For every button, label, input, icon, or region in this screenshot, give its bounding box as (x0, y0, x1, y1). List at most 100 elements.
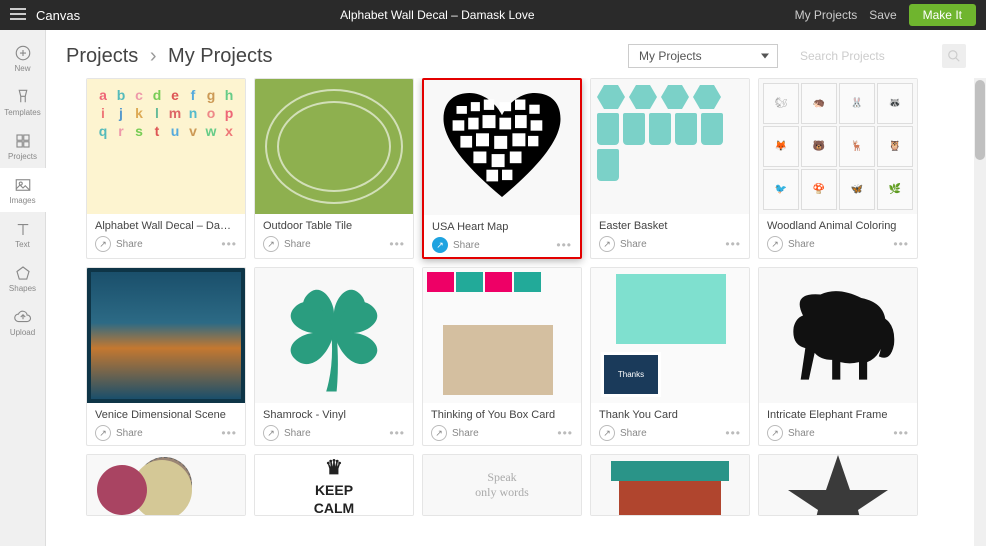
share-label: Share (788, 428, 815, 439)
project-thumbnail (759, 268, 917, 403)
share-icon: ↗ (431, 425, 447, 441)
share-link[interactable]: ↗ Share (599, 236, 647, 252)
project-thumbnail: ♛KEEPCALM (255, 455, 413, 515)
project-card[interactable] (758, 454, 918, 516)
project-thumbnail (255, 79, 413, 214)
tool-templates[interactable]: Templates (0, 80, 46, 124)
project-card[interactable]: Easter Basket ↗ Share ••• (590, 78, 750, 259)
search-button[interactable] (942, 44, 966, 68)
share-label: Share (116, 239, 143, 250)
project-thumbnail (591, 455, 749, 515)
hamburger-icon[interactable] (10, 8, 26, 23)
share-link[interactable]: ↗ Share (767, 425, 815, 441)
more-options-icon[interactable]: ••• (893, 426, 909, 440)
more-options-icon[interactable]: ••• (389, 426, 405, 440)
share-icon: ↗ (263, 425, 279, 441)
my-projects-link[interactable]: My Projects (795, 8, 858, 22)
more-options-icon[interactable]: ••• (725, 426, 741, 440)
breadcrumb: Projects › My Projects (66, 45, 616, 68)
project-card[interactable]: Thanks Thank You Card ↗ Share ••• (590, 267, 750, 446)
scrollbar[interactable] (974, 78, 986, 546)
share-label: Share (452, 428, 479, 439)
more-options-icon[interactable]: ••• (725, 237, 741, 251)
project-title: Thinking of You Box Card (431, 409, 573, 421)
more-options-icon[interactable]: ••• (221, 237, 237, 251)
share-link[interactable]: ↗ Share (95, 425, 143, 441)
share-icon: ↗ (432, 237, 448, 253)
project-card[interactable]: Speakonly words (422, 454, 582, 516)
tool-projects[interactable]: Projects (0, 124, 46, 168)
project-thumbnail (591, 79, 749, 214)
share-link[interactable]: ↗ Share (599, 425, 647, 441)
main-panel: Projects › My Projects My Projects Searc… (46, 30, 986, 546)
project-thumbnail: 🐿🦔🐰🦝🦊🐻🦌🦉🐦🍄🦋🌿 (759, 79, 917, 214)
projects-filter-dropdown[interactable]: My Projects (628, 44, 778, 68)
share-icon: ↗ (263, 236, 279, 252)
share-icon: ↗ (599, 236, 615, 252)
share-link[interactable]: ↗ Share (95, 236, 143, 252)
project-title: Intricate Elephant Frame (767, 409, 909, 421)
share-icon: ↗ (95, 236, 111, 252)
more-options-icon[interactable]: ••• (556, 238, 572, 252)
project-card[interactable]: Venice Dimensional Scene ↗ Share ••• (86, 267, 246, 446)
project-thumbnail (759, 455, 917, 515)
tool-upload[interactable]: Upload (0, 300, 46, 344)
project-title: Alphabet Wall Decal – Damask (95, 220, 237, 232)
breadcrumb-root[interactable]: Projects (66, 45, 138, 67)
share-icon: ↗ (767, 236, 783, 252)
more-options-icon[interactable]: ••• (893, 237, 909, 251)
share-link[interactable]: ↗ Share (431, 425, 479, 441)
project-title: USA Heart Map (432, 221, 572, 233)
project-thumbnail: abcdefghijklmnopqrstuvwx (87, 79, 245, 214)
project-card[interactable]: USA Heart Map ↗ Share ••• (422, 78, 582, 259)
tool-images[interactable]: Images (0, 168, 46, 212)
top-bar: Canvas Alphabet Wall Decal – Damask Love… (0, 0, 986, 30)
more-options-icon[interactable]: ••• (557, 426, 573, 440)
share-label: Share (116, 428, 143, 439)
project-card[interactable]: Thinking of You Box Card ↗ Share ••• (422, 267, 582, 446)
share-icon: ↗ (95, 425, 111, 441)
project-title: Thank You Card (599, 409, 741, 421)
tool-text[interactable]: Text (0, 212, 46, 256)
share-link[interactable]: ↗ Share (263, 425, 311, 441)
document-title: Alphabet Wall Decal – Damask Love (80, 8, 795, 22)
share-label: Share (620, 428, 647, 439)
project-title: Woodland Animal Coloring (767, 220, 909, 232)
project-card[interactable] (590, 454, 750, 516)
project-card[interactable]: ♛KEEPCALM (254, 454, 414, 516)
project-thumbnail (87, 268, 245, 403)
project-thumbnail (87, 455, 245, 515)
projects-grid-partial: ♛KEEPCALMSpeakonly words (86, 454, 976, 516)
project-card[interactable]: abcdefghijklmnopqrstuvwx Alphabet Wall D… (86, 78, 246, 259)
share-icon: ↗ (767, 425, 783, 441)
project-card[interactable]: 🐿🦔🐰🦝🦊🐻🦌🦉🐦🍄🦋🌿 Woodland Animal Coloring ↗ … (758, 78, 918, 259)
scrollbar-thumb[interactable] (975, 80, 985, 160)
more-options-icon[interactable]: ••• (389, 237, 405, 251)
project-thumbnail: Thanks (591, 268, 749, 403)
project-thumbnail (255, 268, 413, 403)
tool-new[interactable]: New (0, 36, 46, 80)
project-card[interactable]: Outdoor Table Tile ↗ Share ••• (254, 78, 414, 259)
share-link[interactable]: ↗ Share (767, 236, 815, 252)
share-link[interactable]: ↗ Share (263, 236, 311, 252)
project-card[interactable]: Shamrock - Vinyl ↗ Share ••• (254, 267, 414, 446)
share-icon: ↗ (599, 425, 615, 441)
make-it-button[interactable]: Make It (909, 4, 976, 26)
search-input[interactable]: Search Projects (790, 45, 930, 67)
more-options-icon[interactable]: ••• (221, 426, 237, 440)
share-label: Share (284, 428, 311, 439)
share-label: Share (284, 239, 311, 250)
canvas-label[interactable]: Canvas (36, 8, 80, 23)
project-title: Venice Dimensional Scene (95, 409, 237, 421)
save-link[interactable]: Save (869, 8, 896, 22)
project-title: Outdoor Table Tile (263, 220, 405, 232)
tool-shapes[interactable]: Shapes (0, 256, 46, 300)
project-thumbnail: Speakonly words (423, 455, 581, 515)
share-link[interactable]: ↗ Share (432, 237, 480, 253)
chevron-right-icon: › (150, 45, 157, 67)
projects-grid: abcdefghijklmnopqrstuvwx Alphabet Wall D… (86, 78, 976, 446)
project-card[interactable] (86, 454, 246, 516)
project-card[interactable]: Intricate Elephant Frame ↗ Share ••• (758, 267, 918, 446)
breadcrumb-current: My Projects (168, 45, 272, 67)
project-title: Shamrock - Vinyl (263, 409, 405, 421)
